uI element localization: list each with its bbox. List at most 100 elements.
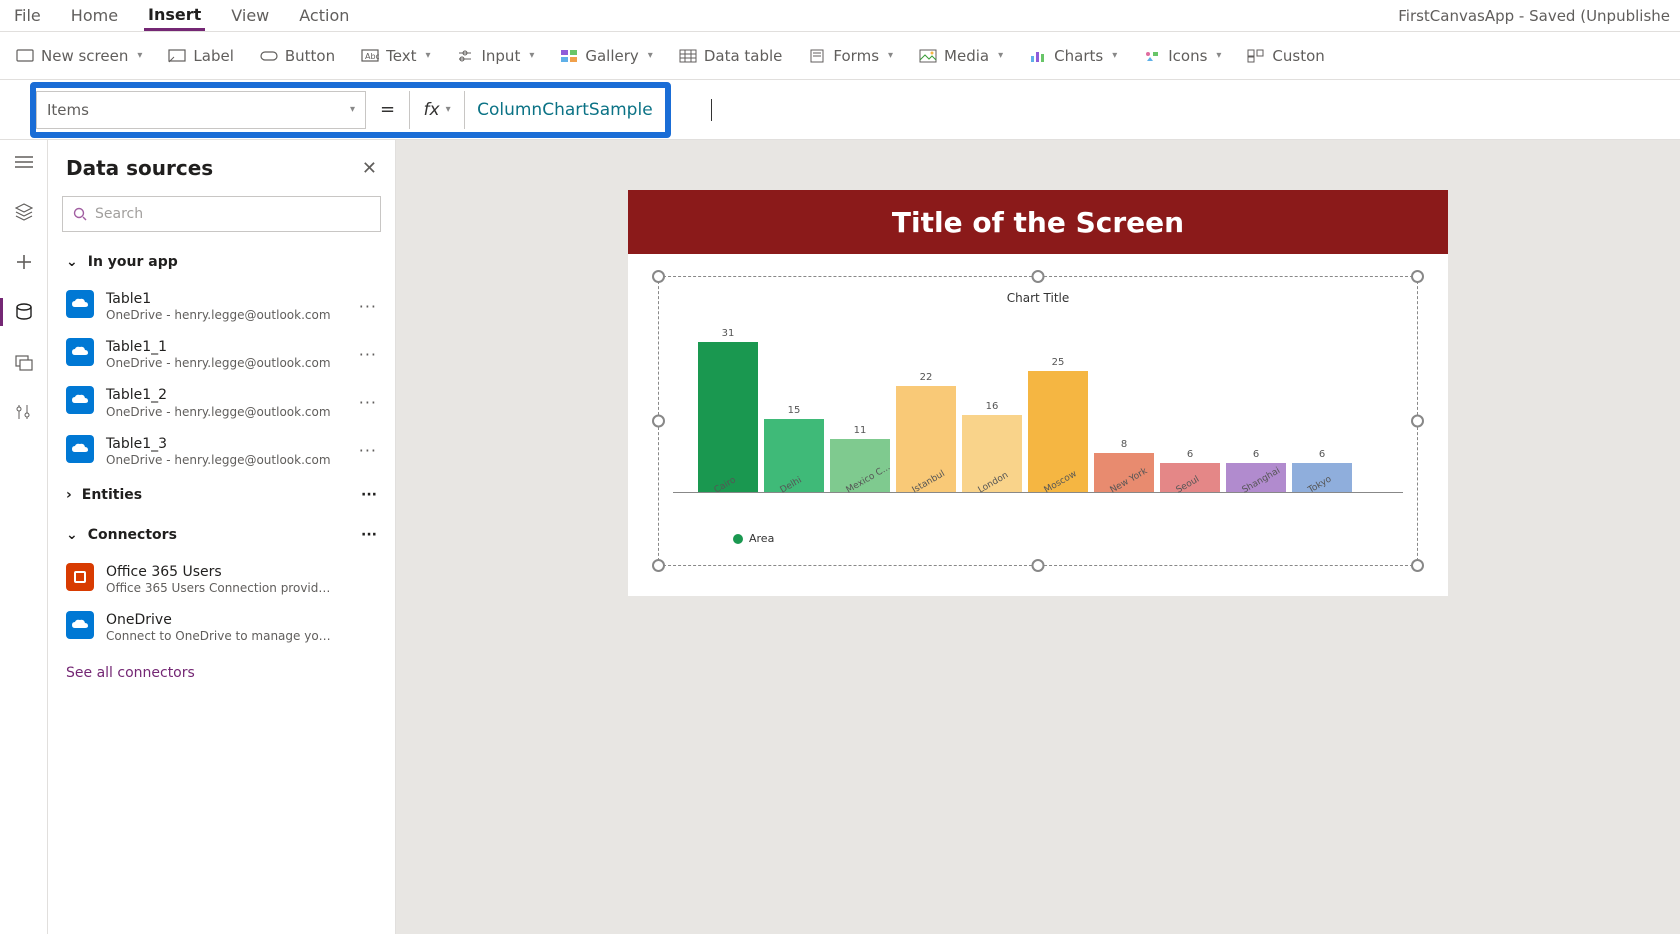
media-label: Media [944, 47, 989, 65]
connector-item[interactable]: Office 365 Users Office 365 Users Connec… [48, 555, 395, 603]
new-screen-button[interactable]: New screen ▾ [16, 47, 142, 65]
data-source-subtitle: OneDrive - henry.legge@outlook.com [106, 453, 331, 467]
menu-home[interactable]: Home [67, 2, 122, 29]
more-icon[interactable]: ··· [359, 393, 377, 412]
rail-media[interactable] [12, 350, 36, 374]
rail-data[interactable] [12, 300, 36, 324]
data-table-label: Data table [704, 47, 783, 65]
gallery-button[interactable]: Gallery ▾ [560, 47, 652, 65]
charts-label: Charts [1054, 47, 1103, 65]
section-connectors[interactable]: ⌄ Connectors ··· [48, 515, 395, 555]
chart-x-labels: CairoDelhiMexico C...IstanbulLondonMosco… [673, 493, 1403, 506]
section-label: Connectors [88, 527, 177, 543]
charts-button[interactable]: Charts ▾ [1029, 47, 1117, 65]
search-input[interactable]: Search [62, 196, 381, 232]
custom-button[interactable]: Custon [1247, 47, 1324, 65]
gallery-label: Gallery [585, 47, 638, 65]
new-screen-label: New screen [41, 47, 128, 65]
more-icon[interactable]: ··· [361, 487, 377, 503]
icons-label: Icons [1168, 47, 1207, 65]
bar-value-label: 8 [1121, 439, 1127, 450]
connector-title: Office 365 Users [106, 563, 336, 581]
chevron-down-icon: ▾ [1216, 50, 1221, 61]
rail-tree-view[interactable] [12, 200, 36, 224]
media-button[interactable]: Media ▾ [919, 47, 1003, 65]
data-source-item[interactable]: Table1_1 OneDrive - henry.legge@outlook.… [48, 330, 395, 378]
menu-insert[interactable]: Insert [144, 1, 205, 31]
close-icon[interactable]: ✕ [362, 158, 377, 179]
bar-value-label: 6 [1187, 449, 1193, 460]
button-button[interactable]: Button [260, 47, 335, 65]
rail-hamburger[interactable] [12, 150, 36, 174]
chevron-down-icon: ⌄ [66, 527, 78, 543]
formula-input[interactable]: ColumnChartSample [465, 91, 665, 129]
property-dropdown[interactable]: Items ▾ [36, 91, 366, 129]
data-source-title: Table1_3 [106, 435, 331, 453]
resize-handle[interactable] [1411, 270, 1424, 283]
icons-button[interactable]: Icons ▾ [1143, 47, 1221, 65]
more-icon[interactable]: ··· [361, 527, 377, 543]
forms-label: Forms [833, 47, 879, 65]
menu-file[interactable]: File [10, 2, 45, 29]
menu-view[interactable]: View [227, 2, 273, 29]
onedrive-icon [66, 338, 94, 366]
more-icon[interactable]: ··· [359, 345, 377, 364]
menu-action[interactable]: Action [295, 2, 353, 29]
equals-sign: = [366, 99, 409, 120]
screen-title-bar: Title of the Screen [628, 190, 1448, 254]
button-label: Button [285, 47, 335, 65]
data-source-item[interactable]: Table1_2 OneDrive - henry.legge@outlook.… [48, 378, 395, 426]
search-placeholder: Search [95, 206, 143, 222]
resize-handle[interactable] [652, 559, 665, 572]
resize-handle[interactable] [652, 415, 665, 428]
input-icon [456, 49, 474, 63]
resize-handle[interactable] [1411, 415, 1424, 428]
forms-button[interactable]: Forms ▾ [808, 47, 893, 65]
connector-title: OneDrive [106, 611, 336, 629]
label-label: Label [193, 47, 233, 65]
bar-value-label: 6 [1319, 449, 1325, 460]
connector-item[interactable]: OneDrive Connect to OneDrive to manage y… [48, 603, 395, 651]
data-table-button[interactable]: Data table [679, 47, 783, 65]
more-icon[interactable]: ··· [359, 441, 377, 460]
chart-legend: Area [673, 532, 1403, 545]
screen-icon [16, 49, 34, 63]
chevron-down-icon: ▾ [446, 104, 451, 115]
text-cursor [711, 99, 712, 121]
chart-plot: 31 15 11 22 16 25 8 6 6 6 [673, 313, 1403, 493]
input-button[interactable]: Input ▾ [456, 47, 534, 65]
bar-value-label: 16 [986, 401, 999, 412]
legend-label: Area [749, 532, 774, 545]
resize-handle[interactable] [1411, 559, 1424, 572]
data-source-subtitle: OneDrive - henry.legge@outlook.com [106, 356, 331, 370]
label-button[interactable]: Label [168, 47, 233, 65]
resize-handle[interactable] [652, 270, 665, 283]
canvas-area[interactable]: Title of the Screen Chart Title 31 15 11… [396, 140, 1680, 934]
onedrive-icon [66, 386, 94, 414]
fx-button[interactable]: fx ▾ [409, 91, 465, 129]
text-button[interactable]: Abc Text ▾ [361, 47, 430, 65]
forms-icon [808, 49, 826, 63]
legend-color-icon [733, 534, 743, 544]
data-source-item[interactable]: Table1 OneDrive - henry.legge@outlook.co… [48, 282, 395, 330]
text-label: Text [386, 47, 416, 65]
search-icon [73, 207, 87, 221]
connector-icon [66, 563, 94, 591]
section-entities[interactable]: › Entities ··· [48, 475, 395, 515]
resize-handle[interactable] [1032, 270, 1045, 283]
chevron-right-icon: › [66, 487, 72, 503]
resize-handle[interactable] [1032, 559, 1045, 572]
input-label: Input [481, 47, 520, 65]
rail-advanced[interactable] [12, 400, 36, 424]
bar-value-label: 25 [1052, 357, 1065, 368]
rail-insert[interactable] [12, 250, 36, 274]
data-source-item[interactable]: Table1_3 OneDrive - henry.legge@outlook.… [48, 427, 395, 475]
chevron-down-icon: ▾ [1112, 50, 1117, 61]
see-all-connectors-link[interactable]: See all connectors [48, 651, 395, 695]
chart-control-selected[interactable]: Chart Title 31 15 11 22 16 25 8 6 6 [658, 276, 1418, 566]
section-in-your-app[interactable]: ⌄ In your app [48, 242, 395, 282]
chevron-down-icon: ▾ [425, 50, 430, 61]
more-icon[interactable]: ··· [359, 297, 377, 316]
data-source-title: Table1_1 [106, 338, 331, 356]
panel-title: Data sources [66, 156, 213, 180]
